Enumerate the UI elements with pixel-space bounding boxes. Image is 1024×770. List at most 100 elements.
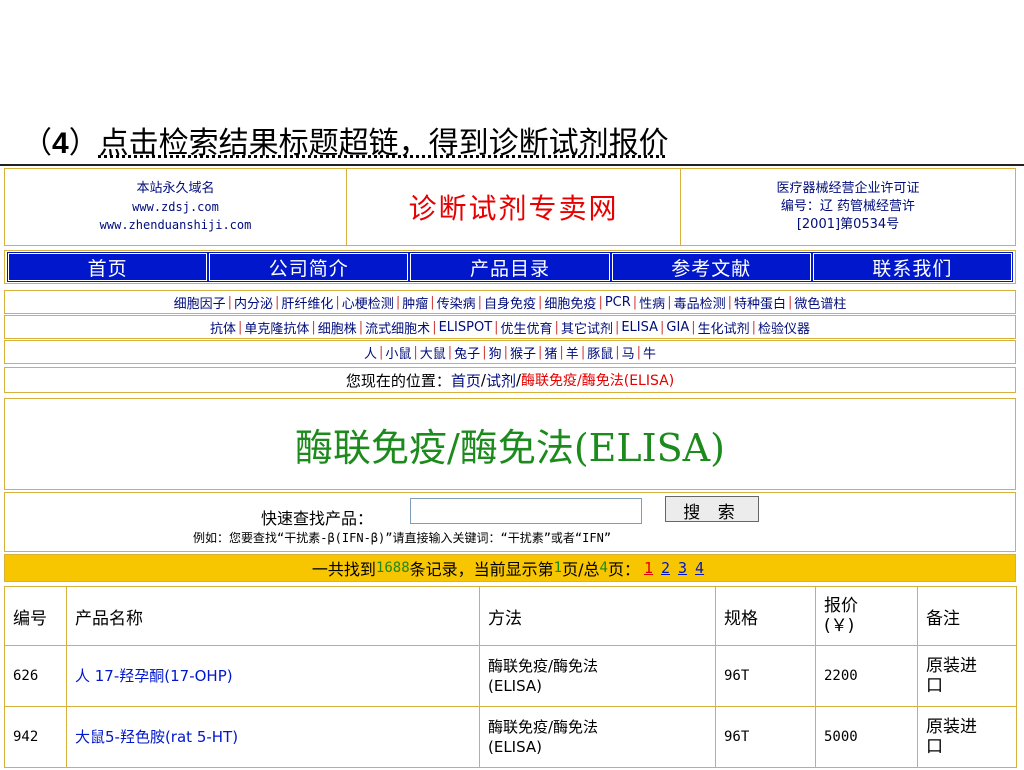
page-link-2[interactable]: 2	[661, 559, 670, 577]
cell-note: 原装进 口	[917, 645, 1017, 707]
category-link[interactable]: 传染病	[437, 293, 476, 312]
category-link[interactable]: 猴子	[510, 343, 536, 362]
category-link[interactable]: 兔子	[454, 343, 480, 362]
category-row-1: 细胞因子 | 内分泌 | 肝纤维化 | 心梗检测 | 肿瘤 | 传染病 | 自身免疫 | 细胞免疫 | PCR |…	[4, 290, 1016, 314]
nav-contact[interactable]: 联系我们	[811, 252, 1014, 282]
category-separator: |	[395, 294, 401, 310]
results-total-count: 1688	[375, 560, 410, 576]
page-link-4[interactable]: 4	[695, 559, 704, 577]
category-separator: |	[335, 294, 340, 310]
table-header-row: 编号 产品名称 方法 规格 报价 (￥) 备注	[4, 586, 1017, 646]
license-number: 编号：辽 药管械经营许	[780, 199, 916, 214]
category-link[interactable]: 狗	[489, 343, 502, 362]
category-link[interactable]: 牛	[643, 343, 656, 362]
category-link[interactable]: 性病	[639, 293, 665, 312]
category-link[interactable]: 自身免疫	[484, 293, 536, 312]
col-header-spec: 规格	[715, 586, 816, 646]
category-link[interactable]: 心梗检测	[342, 293, 394, 312]
category-separator: |	[311, 319, 316, 335]
product-link[interactable]: 大鼠5-羟色胺(rat 5-HT)	[66, 706, 480, 768]
page-link-3[interactable]: 3	[678, 559, 687, 577]
site-header: 本站永久域名 www.zdsj.com www.zhenduanshiji.co…	[4, 168, 1016, 246]
category-link[interactable]: 大鼠	[420, 343, 446, 362]
nav-catalog[interactable]: 产品目录	[409, 252, 611, 282]
license-title: 医疗器械经营企业许可证	[776, 181, 920, 196]
category-separator: |	[667, 294, 672, 310]
category-link[interactable]: 肝纤维化	[281, 293, 333, 312]
category-link[interactable]: 马	[622, 343, 635, 362]
category-link[interactable]: 优生优育	[501, 318, 553, 337]
breadcrumb-reagents[interactable]: 试剂	[486, 370, 516, 391]
category-link[interactable]: 特种蛋白	[734, 293, 786, 312]
results-current-page: 1	[553, 560, 563, 576]
nav-about[interactable]: 公司简介	[208, 252, 410, 282]
category-link[interactable]: 毒品检测	[674, 293, 726, 312]
category-separator: |	[432, 319, 437, 335]
category-separator: |	[275, 294, 280, 310]
breadcrumb: 您现在的位置： 首页 / 试剂 / 酶联免疫/酶免法(ELISA)	[4, 367, 1016, 393]
category-row-2: 抗体 | 单克隆抗体 | 细胞株 | 流式细胞术 | ELISPOT | 优生优育 | 其它试剂 | ELI…	[4, 315, 1016, 339]
category-separator: |	[538, 294, 543, 310]
cell-id: 942	[4, 706, 67, 768]
site-logo[interactable]: 诊断试剂专卖网	[347, 169, 681, 245]
category-link[interactable]: 生化试剂	[698, 318, 750, 337]
search-example: 例如：您要查找“干扰素-β(IFN-β)”请直接输入关键词：“干扰素”或者“IF…	[193, 531, 612, 545]
category-link[interactable]: 微色谱柱	[794, 293, 846, 312]
results-text: 页/总	[562, 560, 600, 579]
nav-home[interactable]: 首页	[6, 252, 209, 282]
category-link[interactable]: 检验仪器	[758, 318, 810, 337]
category-separator: |	[660, 319, 665, 335]
category-link[interactable]: 细胞免疫	[544, 293, 596, 312]
results-text: 页：	[607, 560, 640, 579]
col-header-id: 编号	[4, 586, 67, 646]
category-separator: |	[615, 344, 620, 360]
site-title: 诊断试剂专卖网	[408, 192, 619, 225]
cell-method: 酶联免疫/酶免法 (ELISA)	[479, 706, 716, 768]
category-link[interactable]: 猪	[544, 343, 557, 362]
page-title: 酶联免疫/酶免法(ELISA)	[295, 425, 725, 470]
category-separator: |	[788, 294, 793, 310]
domain-label: 本站永久域名	[136, 181, 215, 196]
domain-link-short[interactable]: www.zdsj.com	[132, 198, 219, 216]
category-link[interactable]: PCR	[605, 295, 631, 310]
category-link[interactable]: 羊	[566, 343, 579, 362]
category-separator: |	[378, 344, 384, 360]
cell-id: 626	[4, 645, 67, 707]
product-link[interactable]: 人 17-羟孕酮(17-OHP)	[66, 645, 480, 707]
results-total-pages: 4	[599, 560, 608, 576]
category-link[interactable]: 细胞株	[318, 318, 357, 337]
category-separator: |	[358, 319, 364, 335]
cell-spec: 96T	[715, 706, 816, 768]
category-separator: |	[477, 294, 483, 310]
category-link[interactable]: 抗体	[210, 318, 236, 337]
category-link[interactable]: 小鼠	[385, 343, 411, 362]
category-separator: |	[503, 344, 508, 360]
category-link[interactable]: 流式细胞术	[365, 318, 430, 337]
nav-references[interactable]: 参考文献	[610, 252, 812, 282]
table-row: 942 大鼠5-羟色胺(rat 5-HT) 酶联免疫/酶免法 (ELISA) 9…	[4, 706, 1017, 768]
domain-info: 本站永久域名 www.zdsj.com www.zhenduanshiji.co…	[5, 169, 347, 245]
category-link[interactable]: 豚鼠	[587, 343, 613, 362]
category-link[interactable]: 其它试剂	[561, 318, 613, 337]
col-header-note: 备注	[917, 586, 1017, 646]
category-link[interactable]: 人	[364, 343, 377, 362]
search-button[interactable]: 搜 索	[665, 496, 759, 523]
category-link[interactable]: ELISPOT	[439, 320, 493, 335]
category-link[interactable]: 细胞因子	[174, 293, 226, 312]
domain-link-long[interactable]: www.zhenduanshiji.com	[100, 216, 252, 234]
category-link[interactable]: 内分泌	[234, 293, 273, 312]
breadcrumb-home[interactable]: 首页	[451, 370, 481, 391]
category-link[interactable]: ELISA	[621, 320, 658, 335]
results-prefix: 一共找到	[311, 560, 376, 579]
table-row: 626 人 17-羟孕酮(17-OHP) 酶联免疫/酶免法 (ELISA) 96…	[4, 645, 1017, 707]
category-link[interactable]: 单克隆抗体	[244, 318, 309, 337]
breadcrumb-prefix: 您现在的位置：	[345, 371, 451, 390]
category-separator: |	[538, 344, 543, 360]
page-link-1[interactable]: 1	[644, 559, 653, 577]
category-link[interactable]: GIA	[666, 320, 689, 335]
search-input[interactable]	[410, 498, 642, 524]
results-summary: 一共找到 1688 条记录，当前显示第 1 页/总 4 页： 1 2 3 4	[4, 554, 1016, 582]
search-label: 快速查找产品：	[261, 509, 374, 528]
category-link[interactable]: 肿瘤	[402, 293, 428, 312]
category-separator: |	[430, 294, 435, 310]
